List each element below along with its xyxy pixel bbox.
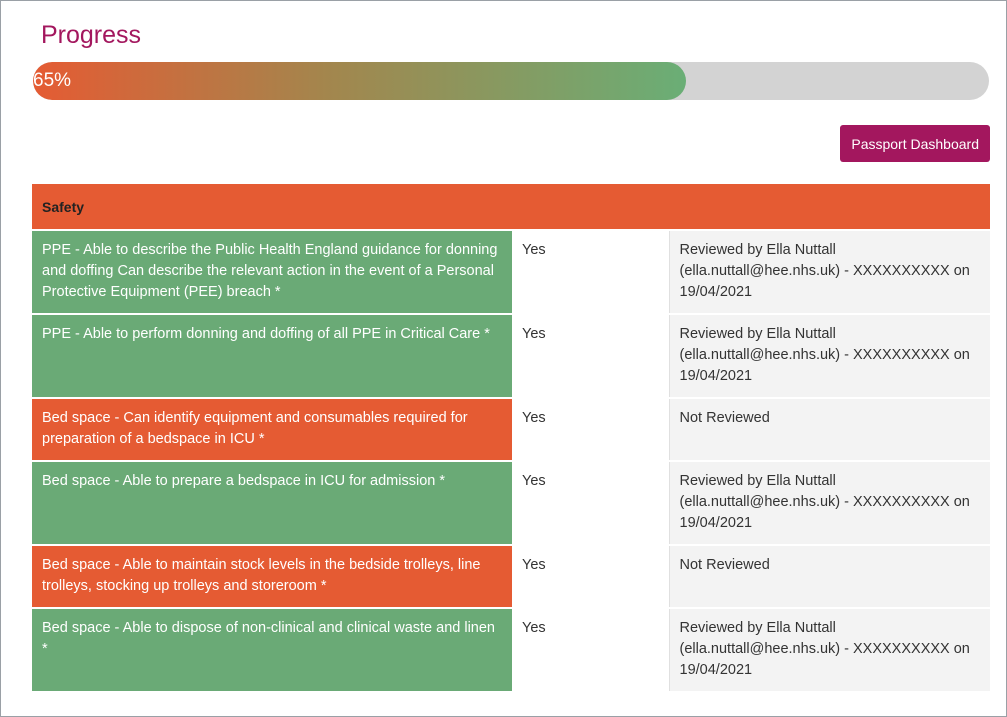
table-row: PPE - Able to describe the Public Health… (32, 229, 991, 314)
table-row: Bed space - Able to maintain stock level… (32, 544, 991, 608)
page-title: Progress (41, 21, 142, 49)
competency-criterion: Bed space - Able to prepare a bedspace i… (32, 460, 512, 545)
table-row: Bed space - Able to dispose of non-clini… (32, 607, 991, 691)
competency-answer: Yes (512, 313, 669, 398)
competency-criterion: PPE - Able to perform donning and doffin… (32, 313, 512, 398)
section-header-row: Safety (32, 184, 991, 230)
progress-percent-label: 65% (33, 70, 72, 91)
competency-table: Safety PPE - Able to describe the Public… (32, 184, 991, 691)
competency-criterion: Bed space - Can identify equipment and c… (32, 397, 512, 461)
review-status: Not Reviewed (668, 544, 991, 608)
competency-answer: Yes (512, 229, 669, 314)
review-status: Reviewed by Ella Nuttall (ella.nuttall@h… (668, 313, 991, 398)
competency-answer: Yes (512, 607, 669, 691)
competency-criterion: Bed space - Able to dispose of non-clini… (32, 607, 512, 691)
competency-answer: Yes (512, 460, 669, 545)
passport-dashboard-button[interactable]: Passport Dashboard (840, 125, 990, 162)
competency-criterion: Bed space - Able to maintain stock level… (32, 544, 512, 608)
section-title: Safety (32, 184, 991, 230)
review-status: Reviewed by Ella Nuttall (ella.nuttall@h… (668, 607, 991, 691)
competency-answer: Yes (512, 397, 669, 461)
progress-bar: 65% (33, 62, 989, 100)
review-status: Reviewed by Ella Nuttall (ella.nuttall@h… (668, 229, 991, 314)
progress-bar-fill: 65% (33, 62, 686, 100)
competency-answer: Yes (512, 544, 669, 608)
page-frame: Progress 65% Passport Dashboard Safety P… (0, 0, 1007, 717)
competency-rows: PPE - Able to describe the Public Health… (32, 229, 991, 691)
review-status: Not Reviewed (668, 397, 991, 461)
competency-criterion: PPE - Able to describe the Public Health… (32, 229, 512, 314)
competency-table-wrap: Safety PPE - Able to describe the Public… (32, 184, 991, 691)
review-status: Reviewed by Ella Nuttall (ella.nuttall@h… (668, 460, 991, 545)
table-row: PPE - Able to perform donning and doffin… (32, 313, 991, 398)
table-row: Bed space - Can identify equipment and c… (32, 397, 991, 461)
table-row: Bed space - Able to prepare a bedspace i… (32, 460, 991, 545)
